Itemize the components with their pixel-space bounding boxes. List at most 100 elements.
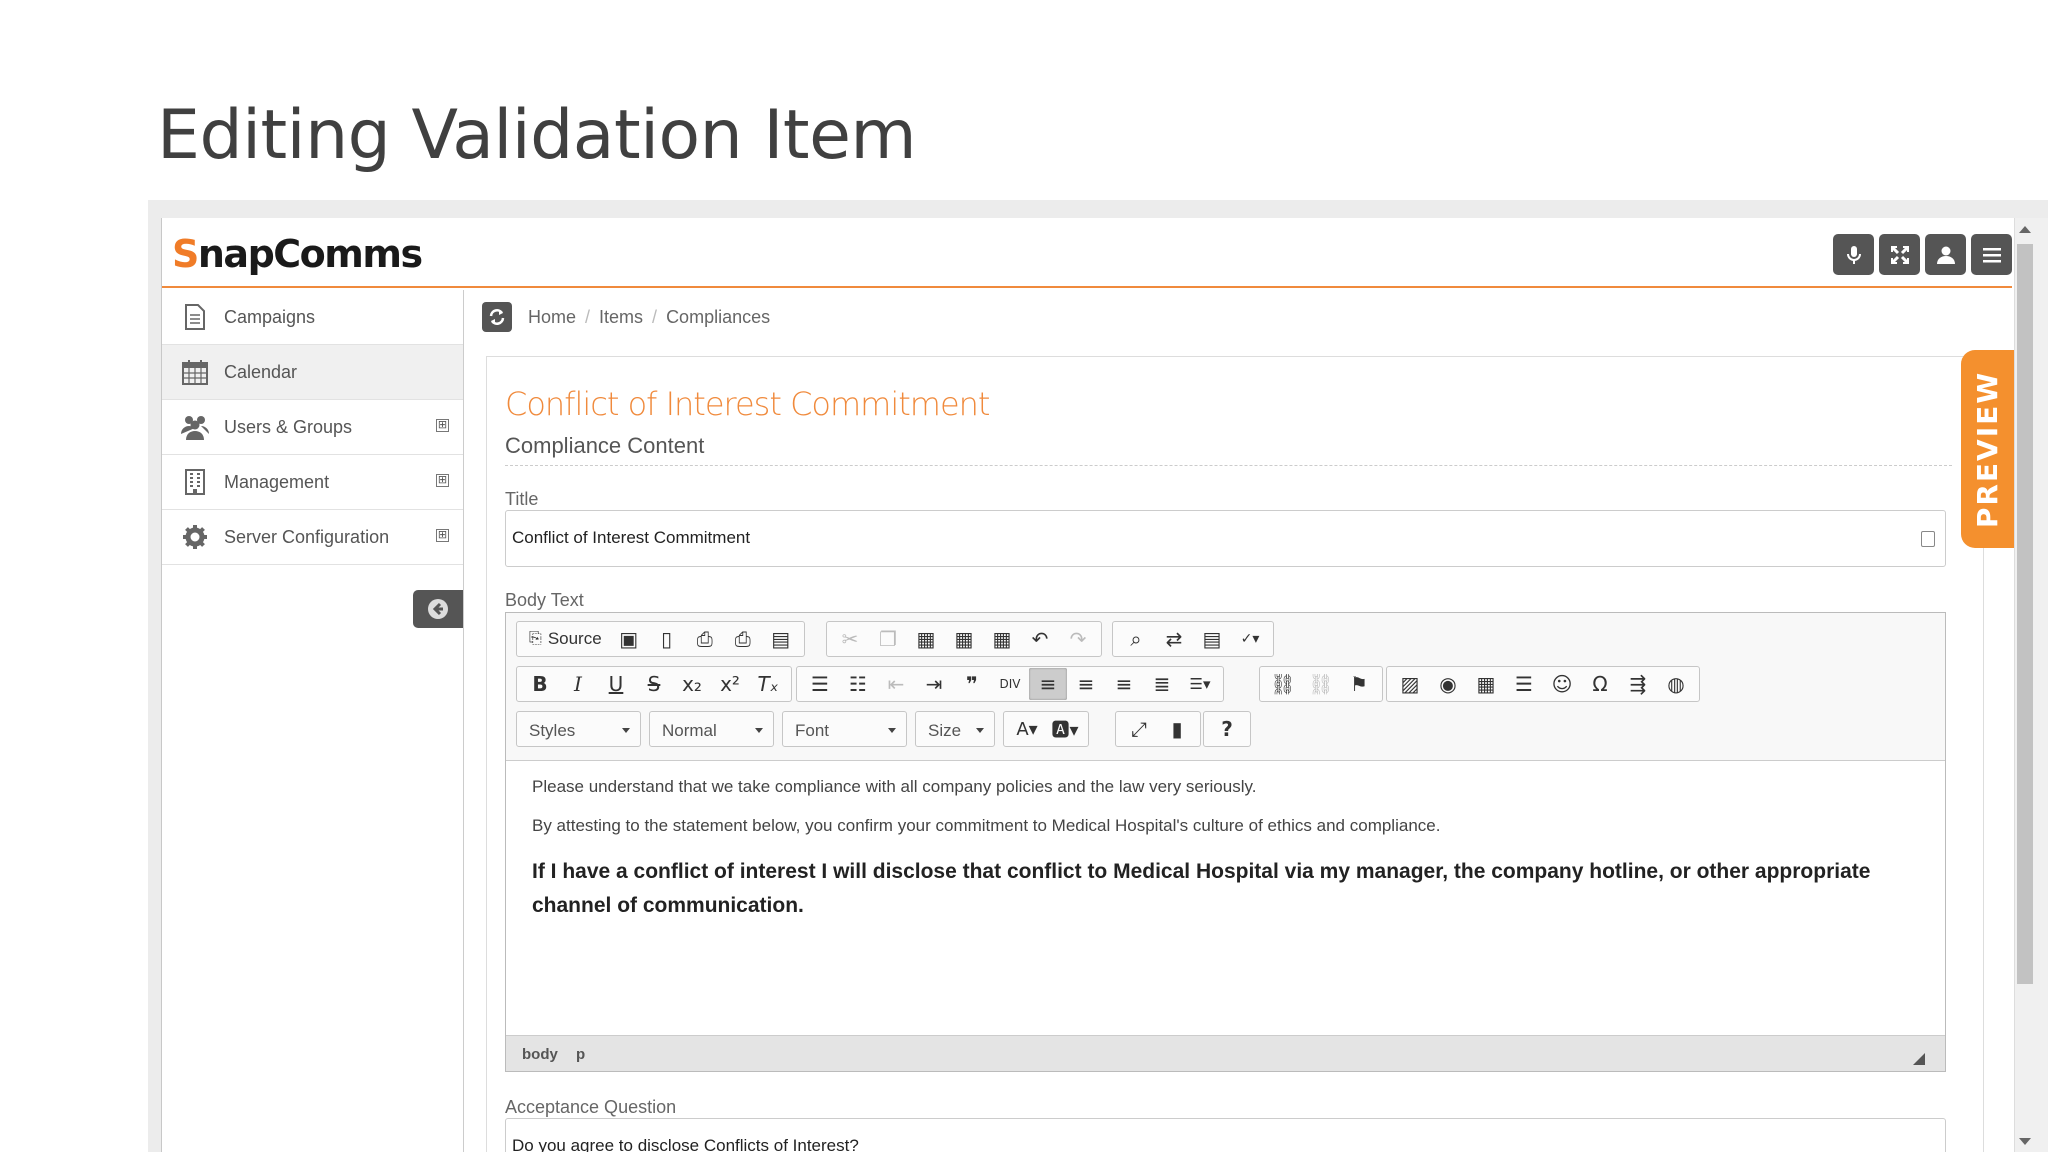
underline-icon[interactable]: U xyxy=(597,668,635,700)
indent-icon[interactable]: ⇥ xyxy=(915,668,953,700)
strikethrough-icon[interactable]: S xyxy=(635,668,673,700)
refresh-button[interactable] xyxy=(482,302,512,332)
subscript-icon[interactable]: x₂ xyxy=(673,668,711,700)
select-all-icon[interactable]: ▤ xyxy=(1193,623,1231,655)
sidebar-item-server-configuration[interactable]: Server Configuration ⊞ xyxy=(162,510,463,565)
special-char-icon[interactable]: Ω xyxy=(1581,668,1619,700)
compliance-panel: Conflict of Interest Commitment Complian… xyxy=(486,356,1984,1152)
body-paragraph-1: Please understand that we take complianc… xyxy=(532,777,1257,796)
find-icon[interactable]: ⌕ xyxy=(1117,623,1155,655)
align-left-icon[interactable]: ≡ xyxy=(1029,668,1067,700)
replace-icon[interactable]: ⇄ xyxy=(1155,623,1193,655)
paste-icon[interactable]: ▦ xyxy=(907,623,945,655)
blockquote-icon[interactable]: ❞ xyxy=(953,668,991,700)
breadcrumb-items[interactable]: Items xyxy=(599,307,643,328)
scroll-thumb[interactable] xyxy=(2017,244,2033,984)
building-icon xyxy=(180,467,210,497)
cut-icon[interactable]: ✂ xyxy=(831,623,869,655)
user-icon[interactable] xyxy=(1925,234,1966,275)
snapcomms-logo[interactable]: SnapComms xyxy=(172,232,423,276)
paste-text-icon[interactable]: ▦ xyxy=(945,623,983,655)
expand-icon[interactable]: ⊞ xyxy=(436,529,449,542)
sidebar-item-label: Calendar xyxy=(224,361,298,382)
remove-format-icon[interactable]: Tₓ xyxy=(749,668,787,700)
page-break-icon[interactable]: ⇶ xyxy=(1619,668,1657,700)
section-subtitle: Compliance Content xyxy=(505,433,705,458)
unlink-icon[interactable]: ⛓ xyxy=(1302,668,1340,700)
outdent-icon[interactable]: ⇤ xyxy=(877,668,915,700)
numbered-list-icon[interactable]: ☰ xyxy=(801,668,839,700)
maximize-icon[interactable]: ⤢ xyxy=(1120,713,1158,745)
toolbar-group-links: ⛓ ⛓ ⚑ xyxy=(1259,666,1383,702)
undo-icon[interactable]: ↶ xyxy=(1021,623,1059,655)
bidi-icon[interactable]: ☰▾ xyxy=(1181,668,1219,700)
save-icon[interactable]: ▣ xyxy=(610,623,648,655)
copy-icon[interactable]: ❐ xyxy=(869,623,907,655)
sidebar-item-label: Management xyxy=(224,471,330,492)
font-dropdown[interactable]: Font xyxy=(782,711,907,747)
title-field[interactable]: Conflict of Interest Commitment xyxy=(505,510,1946,567)
field-icon xyxy=(1921,531,1935,547)
help-icon[interactable]: ? xyxy=(1208,713,1246,745)
fullscreen-icon[interactable] xyxy=(1879,234,1920,275)
source-button[interactable]: ⎘ Source xyxy=(521,623,610,655)
sidebar-item-management[interactable]: Management ⊞ xyxy=(162,455,463,510)
iframe-icon[interactable]: ◍ xyxy=(1657,668,1695,700)
horizontal-rule-icon[interactable]: ☰ xyxy=(1505,668,1543,700)
document-icon xyxy=(180,302,210,332)
editor-toolbar: ⎘ Source ▣ ▯ ⎙ ⎙ ▤ ✂ ❐ ▦ ▦ ▦ ↶ ↷ ⌕ ⇄ ▤ ✓… xyxy=(506,613,1945,761)
menu-icon[interactable] xyxy=(1971,234,2012,275)
size-dropdown[interactable]: Size xyxy=(915,711,995,747)
expand-icon[interactable]: ⊞ xyxy=(436,419,449,432)
templates-icon[interactable]: ▤ xyxy=(762,623,800,655)
toolbar-group-paragraph: ☰ ☷ ⇤ ⇥ ❞ DIV ≡ ≡ ≡ ≣ ☰▾ xyxy=(796,666,1224,702)
breadcrumb: Home / Items / Compliances xyxy=(482,302,770,332)
background-color-icon[interactable]: 🅰▾ xyxy=(1046,713,1084,745)
format-dropdown[interactable]: Normal xyxy=(649,711,774,747)
toolbar-group-insert: ▨ ◉ ▦ ☰ ☺ Ω ⇶ ◍ xyxy=(1386,666,1700,702)
acceptance-question-field[interactable]: Do you agree to disclose Conflicts of In… xyxy=(505,1118,1946,1152)
text-color-icon[interactable]: A▾ xyxy=(1008,713,1046,745)
scroll-up-arrow-icon[interactable] xyxy=(2019,226,2031,233)
justify-icon[interactable]: ≣ xyxy=(1143,668,1181,700)
superscript-icon[interactable]: x² xyxy=(711,668,749,700)
align-center-icon[interactable]: ≡ xyxy=(1067,668,1105,700)
show-blocks-icon[interactable]: ▮ xyxy=(1158,713,1196,745)
preview-tab-label: PREVIEW xyxy=(1971,370,2005,528)
sidebar-item-users-groups[interactable]: Users & Groups ⊞ xyxy=(162,400,463,455)
collapse-sidebar-button[interactable] xyxy=(413,590,463,628)
editor-content-area[interactable]: Please understand that we take complianc… xyxy=(532,777,1912,942)
resize-handle[interactable] xyxy=(1913,1053,1925,1065)
calendar-icon xyxy=(180,357,210,387)
redo-icon[interactable]: ↷ xyxy=(1059,623,1097,655)
link-icon[interactable]: ⛓ xyxy=(1264,668,1302,700)
preview-tab[interactable]: PREVIEW xyxy=(1961,350,2015,548)
print-icon[interactable]: ⎙ xyxy=(724,623,762,655)
image-icon[interactable]: ▨ xyxy=(1391,668,1429,700)
path-p[interactable]: p xyxy=(576,1046,585,1063)
table-icon[interactable]: ▦ xyxy=(1467,668,1505,700)
styles-dropdown[interactable]: Styles xyxy=(516,711,641,747)
spellcheck-icon[interactable]: ✓▾ xyxy=(1231,623,1269,655)
div-container-icon[interactable]: DIV xyxy=(991,668,1029,700)
preview-icon[interactable]: ⎙ xyxy=(686,623,724,655)
bulleted-list-icon[interactable]: ☷ xyxy=(839,668,877,700)
flash-icon[interactable]: ◉ xyxy=(1429,668,1467,700)
sidebar-item-campaigns[interactable]: Campaigns xyxy=(162,290,463,345)
breadcrumb-home[interactable]: Home xyxy=(528,307,576,328)
path-body[interactable]: body xyxy=(522,1046,558,1063)
italic-icon[interactable]: I xyxy=(559,668,597,700)
breadcrumb-current: Compliances xyxy=(666,306,771,327)
microphone-icon[interactable] xyxy=(1833,234,1874,275)
expand-icon[interactable]: ⊞ xyxy=(436,474,449,487)
smiley-icon[interactable]: ☺ xyxy=(1543,668,1581,700)
paste-word-icon[interactable]: ▦ xyxy=(983,623,1021,655)
scroll-down-arrow-icon[interactable] xyxy=(2019,1138,2031,1145)
breadcrumb-separator: / xyxy=(585,306,591,327)
page-scrollbar[interactable] xyxy=(2014,218,2048,1152)
anchor-icon[interactable]: ⚑ xyxy=(1340,668,1378,700)
align-right-icon[interactable]: ≡ xyxy=(1105,668,1143,700)
new-page-icon[interactable]: ▯ xyxy=(648,623,686,655)
sidebar-item-calendar[interactable]: Calendar xyxy=(162,345,463,400)
bold-icon[interactable]: B xyxy=(521,668,559,700)
